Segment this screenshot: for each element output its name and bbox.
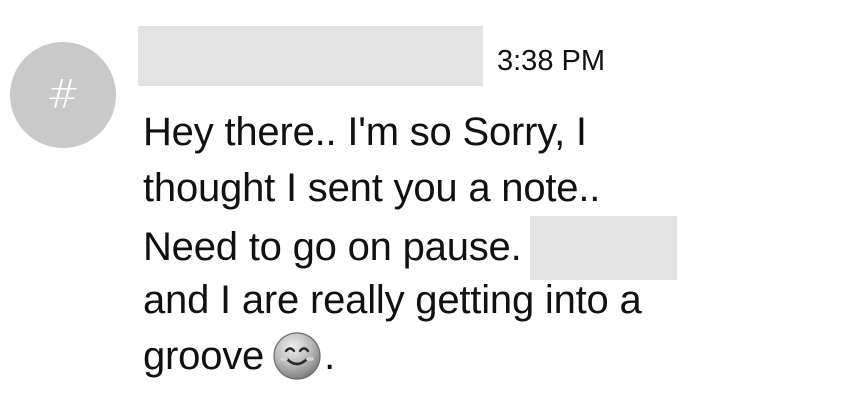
message-line: groove .	[143, 328, 843, 384]
redacted-name	[529, 216, 677, 280]
chat-message: # 3:38 PM Hey there.. I'm so Sorry, I th…	[0, 0, 856, 404]
smiling-face-icon	[273, 332, 321, 380]
message-line: Hey there.. I'm so Sorry, I	[143, 110, 587, 154]
message-line-text: groove	[143, 334, 265, 378]
message-line-text: .	[324, 334, 336, 378]
redacted-sender-name	[138, 26, 483, 86]
hash-icon: #	[46, 72, 80, 118]
message-body: Hey there.. I'm so Sorry, I thought I se…	[143, 104, 843, 384]
message-line: Need to go on pause.	[143, 216, 843, 280]
message-line: thought I sent you a note..	[143, 166, 601, 210]
message-timestamp: 3:38 PM	[497, 45, 605, 77]
avatar[interactable]: #	[10, 42, 116, 148]
message-line-text: Need to go on pause.	[143, 225, 522, 269]
message-line: and I are really getting into a	[143, 278, 642, 322]
